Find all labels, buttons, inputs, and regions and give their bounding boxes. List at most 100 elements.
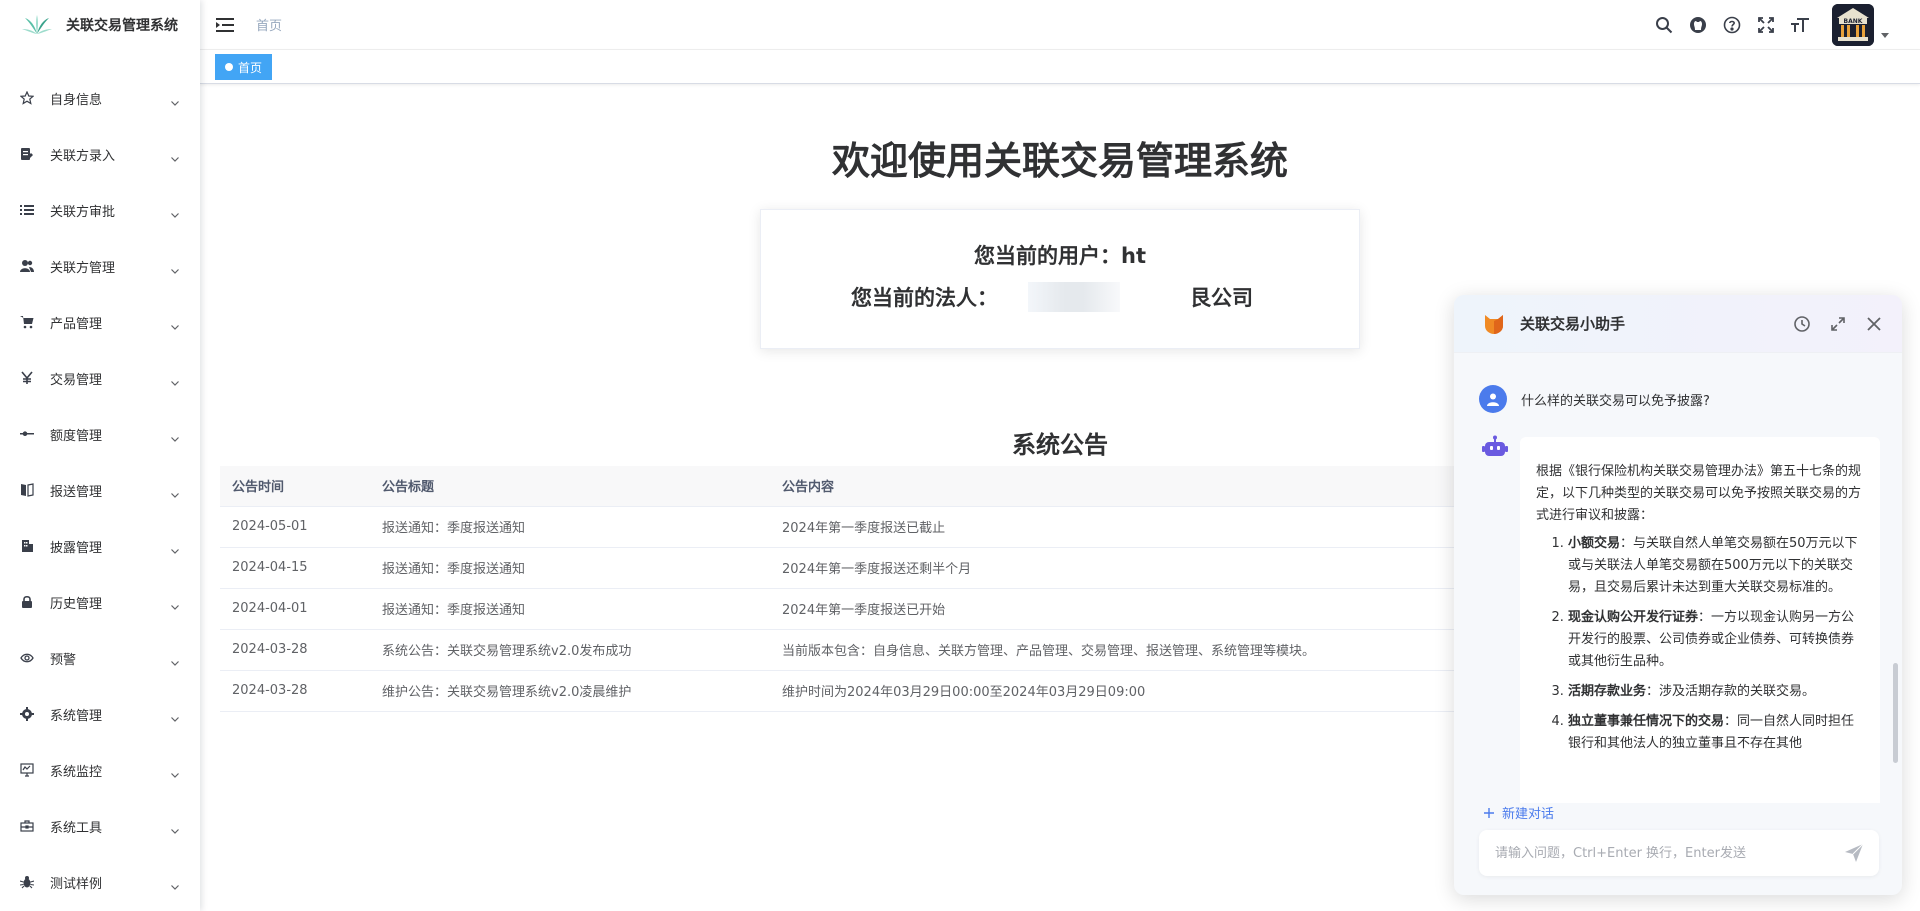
navbar: 首页 BANK [200,0,1920,50]
close-icon[interactable] [1864,314,1884,334]
table-row[interactable]: 2024-05-01 报送通知：季度报送通知 2024年第一季度报送已截止 [220,506,1650,548]
send-icon[interactable] [1843,842,1865,864]
answer-item-heading: 活期存款业务 [1568,684,1647,699]
plus-icon [1484,807,1494,818]
column-header: 公告时间 [220,466,370,507]
table-row[interactable]: 2024-03-28 系统公告：关联交易管理系统v2.0发布成功 当前版本包含：自身… [220,629,1650,671]
table-cell: 报送通知：季度报送通知 [370,547,770,589]
chevron-down-icon [170,653,180,666]
sidebar-item-13[interactable]: 系统监控 [0,742,200,798]
sidebar-item-label: 关联方审批 [50,204,116,220]
sidebar-item-1[interactable]: 自身信息 [0,70,200,126]
hamburger-icon[interactable] [216,17,234,33]
welcome-title: 欢迎使用关联交易管理系统 [831,139,1288,183]
notice-table: 公告时间 公告标题 公告内容 2024-05-01 报送通知：季度报送通知 2024… [220,466,1650,712]
sidebar-item-5[interactable]: 产品管理 [0,294,200,350]
sidebar-item-label: 系统管理 [50,708,103,724]
sidebar-item-label: 测试样例 [50,876,103,892]
sidebar-item-label: 产品管理 [50,316,103,332]
sidebar-item-4[interactable]: 关联方管理 [0,238,200,294]
table-row[interactable]: 2024-03-28 维护公告：关联交易管理系统v2.0凌晨维护 维护时间为2024… [220,670,1650,712]
table-cell: 2024-03-28 [220,629,370,671]
sidebar-item-label: 额度管理 [50,428,103,444]
tag-dot [225,63,233,71]
github-icon[interactable] [1688,15,1708,35]
yen-icon [20,371,34,385]
answer-intro: 根据《银行保险机构关联交易管理办法》第五十七条的规定，以下几种类型的关联交易可以… [1536,464,1862,523]
chevron-down-icon [170,317,180,330]
table-row[interactable]: 2024-04-15 报送通知：季度报送通知 2024年第一季度报送还剩半个月 [220,547,1650,589]
chevron-down-icon [170,877,180,890]
app-logo[interactable]: 关联交易管理系统 [0,0,200,50]
sidebar-item-8[interactable]: 报送管理 [0,462,200,518]
tag-home[interactable]: 首页 [215,54,273,80]
chevron-down-icon [170,597,180,610]
caret-down-icon[interactable] [1880,30,1890,40]
tag-home-label: 首页 [238,60,263,75]
breadcrumb[interactable]: 首页 [256,15,282,34]
answer-list-item: 活期存款业务：涉及活期存款的关联交易。 [1568,681,1864,703]
table-header-row: 公告时间 公告标题 公告内容 [220,466,1650,507]
chat-title: 关联交易小助手 [1520,315,1626,333]
answer-item-heading: 现金认购公开发行证券 [1568,610,1699,625]
fullscreen-icon[interactable] [1756,15,1776,35]
user-avatar-icon [1479,385,1507,413]
chat-messages: 什么样的关联交易可以免予披露? 根据《银行保险机构关联交易管理办法》第五十七条的… [1454,353,1902,803]
expand-icon[interactable] [1828,314,1848,334]
font-size-icon[interactable] [1790,15,1810,35]
help-icon[interactable] [1722,15,1742,35]
bug-icon [20,875,34,889]
answer-list: 小额交易：与关联自然人单笔交易额在50万元以下或与关联法人单笔交易额在500万元… [1536,533,1864,755]
chat-header: 关联交易小助手 [1454,295,1902,353]
table-row[interactable]: 2024-04-01 报送通知：季度报送通知 2024年第一季度报送已开始 [220,588,1650,630]
list-icon [20,203,34,217]
current-legal-entity: 您当前的法人： 艮公司 [851,282,1253,312]
peoples-icon [20,259,34,273]
sidebar-item-15[interactable]: 测试样例 [0,854,200,910]
sidebar-item-2[interactable]: 关联方录入 [0,126,200,182]
chevron-down-icon [170,765,180,778]
eye-icon [20,651,34,665]
sidebar-item-14[interactable]: 系统工具 [0,798,200,854]
avatar-text: BANK [1844,18,1863,25]
legal-suffix: 艮公司 [1190,286,1253,310]
legal-label: 您当前的法人： [851,286,998,310]
new-chat-button[interactable]: 新建对话 [1482,803,1554,822]
chat-assistant-panel: 关联交易小助手 什么样的关联交易可以免予披露? 根据《银行保险机构关联交易管理办… [1454,295,1902,895]
chevron-down-icon [170,485,180,498]
user-info-card: 您当前的用户：ht 您当前的法人： 艮公司 [760,209,1360,349]
sidebar-item-3[interactable]: 关联方审批 [0,182,200,238]
chevron-down-icon [170,149,180,162]
sidebar-item-label: 系统监控 [50,764,103,780]
sidebar-item-label: 关联方录入 [50,148,116,164]
sidebar-item-9[interactable]: 披露管理 [0,518,200,574]
sidebar-item-7[interactable]: 额度管理 [0,406,200,462]
chevron-down-icon [170,205,180,218]
sidebar-item-label: 预警 [50,652,77,668]
cart-icon [20,315,34,329]
sidebar-item-12[interactable]: 系统管理 [0,686,200,742]
answer-list-item: 独立董事兼任情况下的交易：同一自然人同时担任银行和其他法人的独立董事且不存在其他 [1568,711,1864,755]
search-icon[interactable] [1654,15,1674,35]
table-cell: 报送通知：季度报送通知 [370,506,770,548]
chat-scrollbar[interactable] [1893,663,1898,763]
sidebar-item-10[interactable]: 历史管理 [0,574,200,630]
chat-input-box [1479,830,1879,876]
sidebar-item-label: 自身信息 [50,92,103,108]
chevron-down-icon [170,373,180,386]
answer-item-heading: 独立董事兼任情况下的交易 [1568,714,1725,729]
sidebar-item-11[interactable]: 预警 [0,630,200,686]
user-message: 什么样的关联交易可以免予披露? [1479,385,1710,413]
avatar[interactable]: BANK [1832,4,1874,46]
new-chat-label: 新建对话 [1502,807,1555,822]
history-icon[interactable] [1792,314,1812,334]
app-title: 关联交易管理系统 [66,18,178,34]
toolbox-icon [20,819,34,833]
sidebar-item-6[interactable]: 交易管理 [0,350,200,406]
monitor-icon [20,763,34,777]
chat-input[interactable] [1495,845,1843,861]
chevron-down-icon [170,541,180,554]
chevron-down-icon [170,821,180,834]
table-cell: 系统公告：关联交易管理系统v2.0发布成功 [370,629,770,671]
sidebar-item-label: 报送管理 [50,484,103,500]
